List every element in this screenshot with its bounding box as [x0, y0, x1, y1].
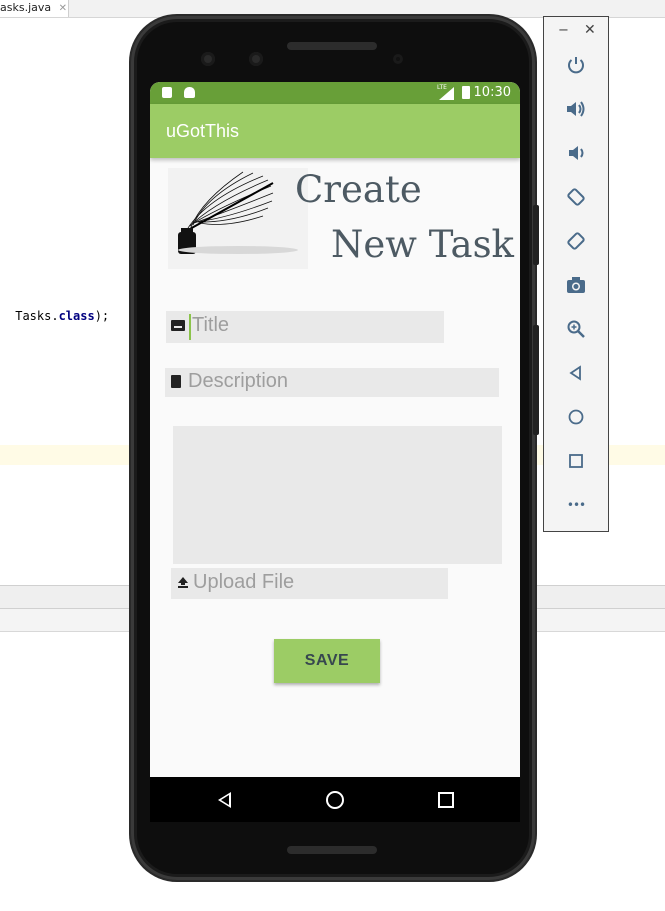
- camera-icon[interactable]: [564, 273, 588, 297]
- phone-volume-rocker[interactable]: [533, 325, 539, 435]
- description-label-field[interactable]: Description: [165, 368, 499, 397]
- navigation-bar: [150, 777, 520, 822]
- app-bar: uGotThis: [150, 104, 520, 158]
- status-time: 10:30: [473, 85, 511, 100]
- upload-file-field[interactable]: Upload File: [171, 568, 448, 599]
- text-cursor: [189, 314, 191, 340]
- document-icon: [171, 375, 181, 388]
- front-sensor: [201, 52, 215, 66]
- description-placeholder: Description: [188, 370, 289, 392]
- overview-icon[interactable]: [564, 449, 588, 473]
- android-debug-icon: [184, 87, 195, 98]
- code-text: Tasks.: [8, 309, 59, 323]
- description-textarea[interactable]: [173, 426, 502, 564]
- code-text-suffix: );: [94, 309, 110, 323]
- code-line: Tasks.class);: [8, 309, 109, 323]
- front-camera: [249, 52, 263, 66]
- heading-new-task: New Task: [331, 223, 514, 266]
- title-input[interactable]: Title: [166, 311, 444, 343]
- nav-overview-icon[interactable]: [438, 792, 454, 808]
- nav-back-icon[interactable]: [218, 792, 231, 808]
- code-keyword: class: [58, 309, 95, 323]
- ide-tab-close-icon[interactable]: ✕: [59, 3, 67, 14]
- proximity-sensor: [393, 54, 403, 64]
- save-button[interactable]: SAVE: [274, 639, 380, 683]
- volume-down-icon[interactable]: [564, 141, 588, 165]
- ide-tab-tasks-java[interactable]: asks.java ✕: [0, 0, 69, 17]
- home-icon[interactable]: [564, 405, 588, 429]
- emulator-minimize-button[interactable]: −: [558, 23, 569, 38]
- zoom-icon[interactable]: [564, 317, 588, 341]
- emulator-toolbar: − ✕ •••: [543, 16, 609, 532]
- subtitles-icon: [171, 320, 185, 331]
- status-bar: LTE 10:30: [150, 82, 520, 104]
- volume-up-icon[interactable]: [564, 97, 588, 121]
- quill-ink-image: [168, 168, 308, 269]
- more-icon[interactable]: •••: [564, 493, 588, 517]
- ide-tab-label: asks.java: [0, 1, 52, 14]
- earpiece-speaker: [287, 42, 377, 50]
- quill-icon: [178, 171, 298, 254]
- app-title: uGotThis: [166, 121, 240, 141]
- device-screen: LTE 10:30 uGotThis Create New Task Title…: [150, 82, 520, 822]
- nav-home-icon[interactable]: [326, 791, 344, 809]
- sd-card-icon: [162, 87, 172, 98]
- title-placeholder: Title: [192, 314, 230, 336]
- emulator-close-button[interactable]: ✕: [584, 22, 596, 38]
- rotate-left-icon[interactable]: [564, 185, 588, 209]
- upload-icon: [178, 577, 188, 589]
- signal-icon: [439, 87, 454, 100]
- power-icon[interactable]: [564, 53, 588, 77]
- battery-icon: [462, 86, 470, 99]
- heading-create: Create: [295, 168, 422, 211]
- rotate-right-icon[interactable]: [564, 229, 588, 253]
- emulator-titlebar: − ✕: [544, 17, 608, 45]
- phone-power-button[interactable]: [533, 205, 539, 265]
- bottom-speaker: [287, 846, 377, 854]
- upload-placeholder: Upload File: [193, 571, 295, 593]
- back-icon[interactable]: [564, 361, 588, 385]
